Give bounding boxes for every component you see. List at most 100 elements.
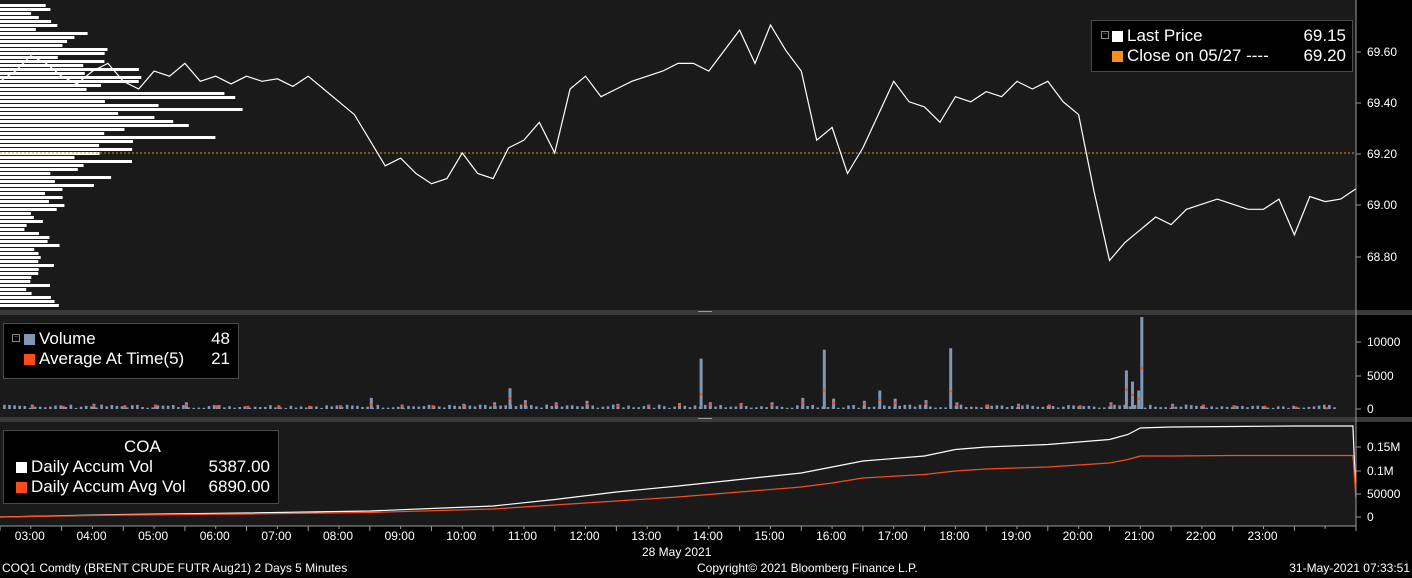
volume-bar — [64, 407, 68, 409]
volume-bar — [182, 405, 185, 409]
volume-bar — [714, 406, 717, 409]
volume-bar — [540, 407, 543, 409]
volume-value: 48 — [211, 329, 230, 348]
volume-bar — [530, 405, 533, 409]
volume-bar — [304, 407, 308, 409]
volume-bar — [177, 407, 180, 409]
profile-bar — [0, 292, 32, 295]
volume-bar — [258, 407, 262, 409]
average-marker — [339, 405, 342, 408]
volume-bar — [1205, 407, 1208, 409]
average-marker — [400, 405, 404, 407]
volume-bar — [918, 404, 922, 409]
profile-bar — [0, 36, 75, 39]
volume-bar — [289, 405, 293, 409]
volume-bar — [1164, 407, 1167, 409]
profile-bar — [0, 24, 58, 27]
volume-bar — [223, 407, 226, 409]
accum-avg-value: 6890.00 — [208, 477, 270, 496]
price-legend[interactable]: − Last Price 69.15 Close on 05/27 ---- 6… — [1091, 20, 1353, 72]
volume-bar — [1010, 405, 1014, 409]
volume-bar — [570, 405, 574, 409]
y-tick-label: 68.80 — [1367, 250, 1398, 264]
accum-legend[interactable]: COA Daily Accum Vol 5387.00 Daily Accum … — [3, 430, 279, 504]
volume-bar — [554, 402, 558, 409]
average-marker — [1131, 393, 1134, 396]
volume-bar — [990, 405, 993, 409]
volume-bar — [504, 405, 507, 409]
average-marker — [61, 405, 65, 408]
x-tick-label: 04:00 — [76, 529, 107, 543]
volume-bar — [606, 406, 610, 409]
volume-bar — [668, 407, 671, 409]
accum-avg-swatch — [16, 482, 27, 493]
volume-bar — [959, 404, 963, 409]
volume-bar — [750, 407, 753, 409]
average-marker — [893, 402, 897, 405]
volume-bar — [44, 407, 47, 409]
volume-bar — [499, 405, 502, 409]
volume-bar — [1276, 406, 1280, 409]
average-marker — [801, 402, 805, 405]
profile-bar — [0, 168, 78, 171]
volume-bar — [361, 407, 364, 409]
volume-bar — [1307, 406, 1311, 409]
volume-bar — [1036, 406, 1040, 409]
profile-bar — [0, 192, 45, 195]
last-price-value: 69.15 — [1303, 26, 1346, 45]
volume-bar — [908, 404, 912, 409]
volume-bar — [1149, 404, 1152, 409]
average-marker — [924, 402, 928, 405]
volume-bar — [898, 405, 901, 409]
profile-bar — [0, 112, 119, 115]
volume-bar — [448, 404, 451, 409]
volume-bar — [376, 404, 380, 409]
volume-bar — [545, 404, 548, 409]
volume-bar — [13, 405, 16, 409]
volume-bar — [161, 405, 165, 409]
profile-bar — [0, 276, 32, 279]
volume-bar — [274, 407, 277, 409]
profile-bar — [0, 304, 59, 307]
volume-bar — [1317, 405, 1321, 409]
profile-bar — [0, 120, 174, 123]
volume-bar — [1143, 407, 1147, 409]
average-marker — [1294, 406, 1298, 409]
volume-bar — [90, 406, 93, 409]
volume-bar — [1195, 405, 1198, 409]
volume-bar — [1287, 407, 1290, 409]
average-marker — [1109, 404, 1113, 407]
profile-bar — [0, 252, 39, 255]
y-tick-label: 0.1M — [1367, 464, 1394, 478]
average-marker — [647, 405, 651, 407]
average-marker — [1017, 405, 1020, 407]
volume-bar — [131, 405, 134, 409]
volume-bar — [970, 406, 973, 409]
volume-bar — [115, 405, 119, 409]
average-marker — [986, 405, 990, 407]
volume-bar — [243, 406, 247, 409]
volume-bar — [3, 404, 6, 409]
x-tick-label: 23:00 — [1247, 529, 1278, 543]
profile-bar — [0, 236, 50, 239]
volume-bar — [1256, 405, 1260, 409]
volume-bar — [335, 405, 339, 409]
volume-bar — [192, 407, 195, 409]
volume-bar — [699, 358, 703, 409]
volume-bar — [1092, 406, 1096, 409]
volume-bar — [105, 406, 108, 409]
volume-bar — [535, 406, 538, 409]
volume-bar — [1031, 405, 1034, 409]
volume-bar — [110, 405, 114, 409]
volume-bar — [1190, 405, 1193, 409]
volume-bar — [1328, 405, 1331, 409]
volume-bar — [591, 405, 594, 409]
volume-bar — [581, 406, 584, 409]
volume-bar — [632, 407, 635, 409]
volume-bar — [611, 404, 615, 409]
profile-bar — [0, 188, 63, 191]
volume-legend[interactable]: − Volume 48 Average At Time(5) 21 — [3, 323, 239, 379]
volume-bar — [453, 405, 456, 409]
volume-bar — [197, 407, 201, 409]
volume-bar — [1140, 317, 1144, 409]
